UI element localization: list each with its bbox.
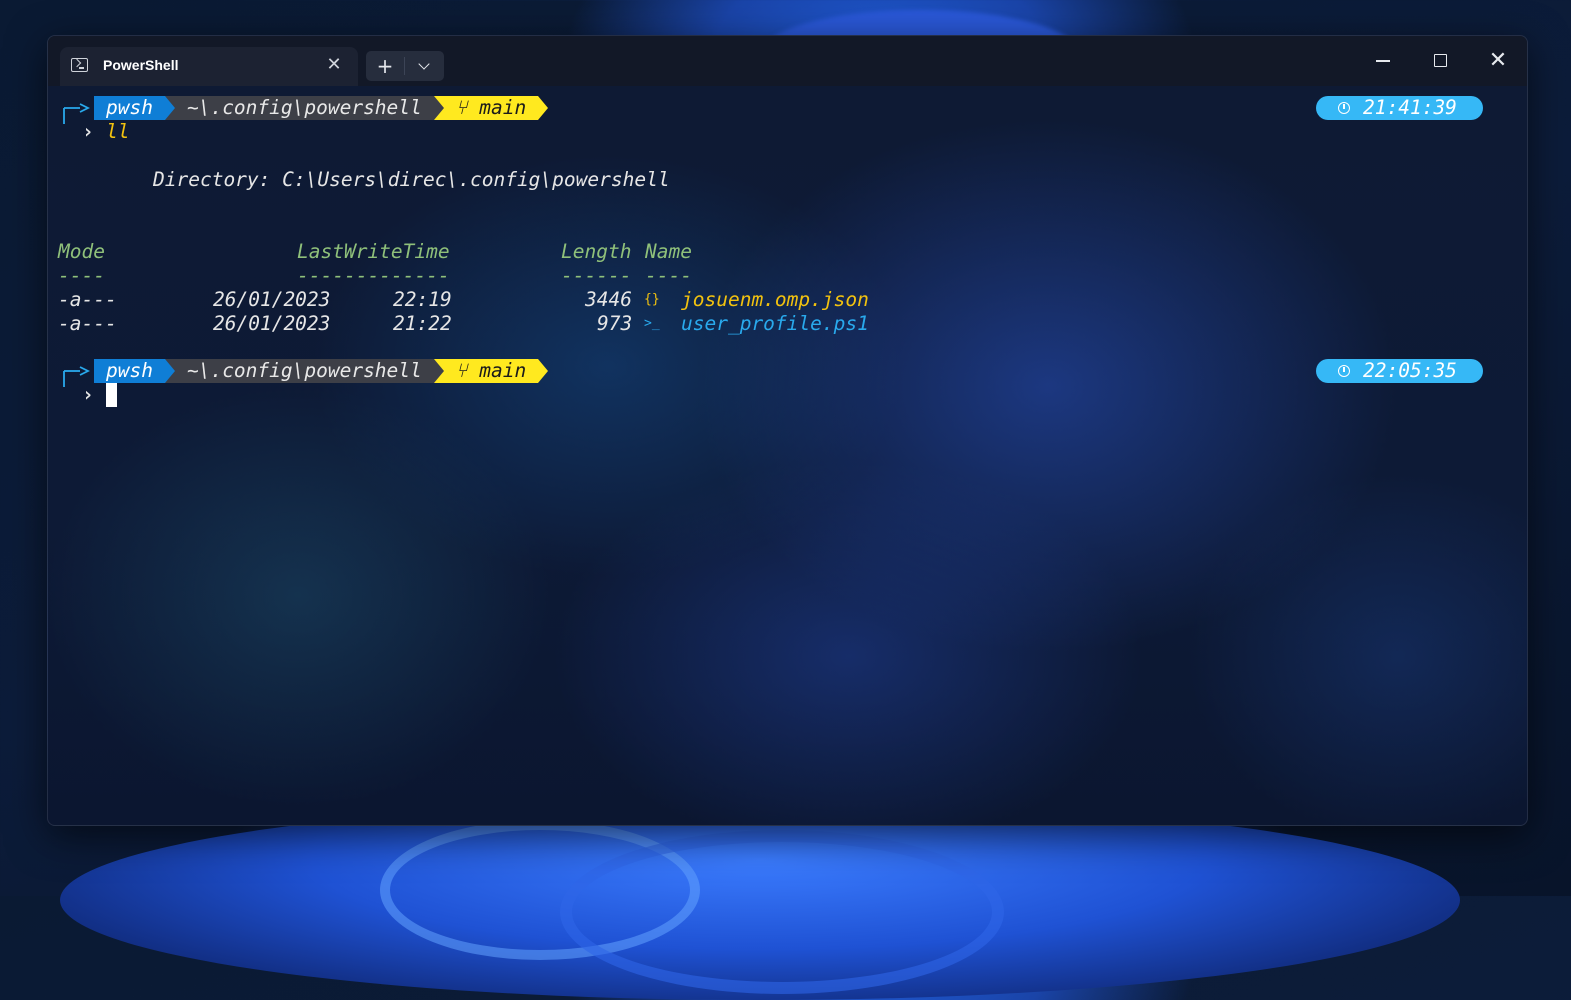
minimize-button[interactable] (1363, 46, 1403, 76)
path-segment: ~\.config\powershell (174, 96, 434, 120)
text-cursor[interactable] (106, 383, 117, 407)
shell-segment: pwsh (94, 96, 165, 120)
new-tab-group: + (366, 51, 444, 81)
wallpaper-bloom (60, 800, 1460, 1000)
git-branch-segment: ⑂ main (443, 96, 539, 120)
header-mode: Mode (58, 240, 105, 263)
git-branch-segment: ⑂ main (443, 359, 539, 383)
powershell-file-icon: >_ (644, 316, 660, 331)
row-mode: -a--- (58, 312, 117, 335)
row-name[interactable]: josuenm.omp.json (681, 288, 869, 312)
tab-dropdown-button[interactable] (405, 51, 444, 81)
maximize-button[interactable] (1420, 46, 1460, 76)
time-text: 22:05:35 (1363, 359, 1457, 382)
segment-arrow (538, 96, 549, 120)
tab-title: PowerShell (103, 57, 179, 73)
branch-name: main (479, 359, 527, 382)
terminal-window: PowerShell ✕ + ✕ pwsh ~\.config\powershe… (47, 35, 1528, 826)
clock-icon (1338, 102, 1350, 114)
wallpaper-petal (560, 830, 1004, 994)
shell-segment: pwsh (94, 359, 165, 383)
segment-arrow (164, 96, 175, 120)
segment-arrow (538, 359, 549, 383)
row-time: 22:19 (393, 288, 452, 311)
row-mode: -a--- (58, 288, 117, 311)
time-badge: 21:41:39 (1316, 96, 1483, 120)
segment-arrow (433, 96, 444, 120)
prompt-caret-icon: › (82, 383, 94, 406)
clock-icon (1338, 365, 1350, 377)
underline-name: ---- (645, 264, 692, 287)
row-length: 3446 (585, 288, 632, 311)
powershell-icon (71, 58, 88, 72)
segment-arrow (433, 359, 444, 383)
row-date: 26/01/2023 (213, 288, 331, 311)
time-badge: 22:05:35 (1316, 359, 1483, 383)
tab-powershell[interactable]: PowerShell ✕ (60, 47, 358, 86)
wallpaper-petal (380, 820, 700, 960)
underline-mode: ---- (58, 264, 105, 287)
row-length: 973 (597, 312, 633, 335)
close-window-button[interactable]: ✕ (1478, 46, 1518, 76)
chevron-down-icon (418, 58, 430, 70)
row-name[interactable]: user_profile.ps1 (681, 312, 869, 336)
time-text: 21:41:39 (1363, 96, 1457, 119)
title-bar[interactable]: PowerShell ✕ + ✕ (48, 36, 1527, 86)
row-date: 26/01/2023 (213, 312, 331, 335)
json-file-icon: {} (644, 292, 660, 307)
command-text: ll (106, 120, 130, 143)
prompt-segments: pwsh ~\.config\powershell ⑂ main (58, 359, 549, 383)
new-tab-button[interactable]: + (366, 51, 404, 81)
underline-lastwrite: ------------- (297, 264, 450, 287)
underline-length: ------ (561, 264, 632, 287)
tab-close-icon[interactable]: ✕ (324, 55, 344, 75)
header-lastwrite: LastWriteTime (297, 240, 450, 263)
path-segment: ~\.config\powershell (174, 359, 434, 383)
prompt-caret-icon: › (82, 120, 94, 143)
prompt-segments: pwsh ~\.config\powershell ⑂ main (58, 96, 549, 120)
segment-arrow (164, 359, 175, 383)
branch-name: main (479, 96, 527, 119)
terminal-content[interactable]: pwsh ~\.config\powershell ⑂ main 21:41:3… (48, 86, 1527, 825)
row-time: 21:22 (393, 312, 452, 335)
directory-line: Directory: C:\Users\direc\.config\powers… (153, 168, 670, 191)
header-length: Length (561, 240, 632, 263)
header-name: Name (645, 240, 692, 263)
